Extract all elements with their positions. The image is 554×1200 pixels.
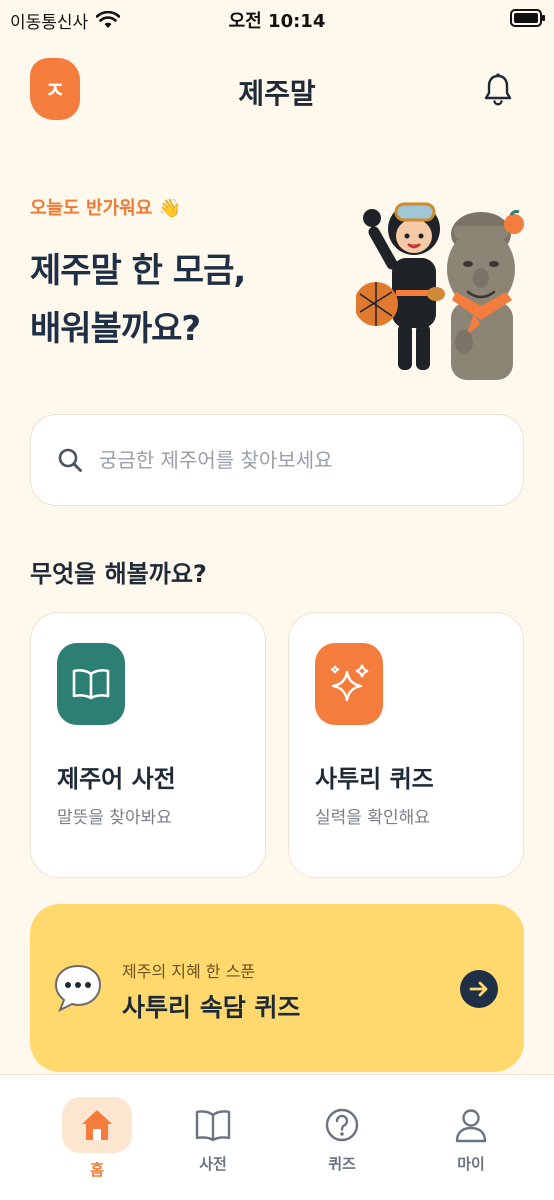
proverb-quiz-banner[interactable]: 제주의 지혜 한 스푼 사투리 속담 퀴즈 — [30, 904, 524, 1072]
tab-dictionary[interactable]: 사전 — [144, 1075, 282, 1200]
arrow-right-icon — [469, 981, 488, 997]
app-logo[interactable]: ㅈ — [30, 58, 80, 120]
tab-my[interactable]: 마이 — [402, 1075, 540, 1200]
greeting-text: 오늘도 반가워요 👋 — [30, 198, 181, 219]
banner-subtitle: 제주의 지혜 한 스푼 — [122, 962, 256, 981]
quiz-card[interactable]: 사투리 퀴즈 실력을 확인해요 — [288, 612, 524, 878]
sparkle-icon — [330, 664, 369, 702]
tab-quiz-label: 퀴즈 — [328, 1155, 356, 1173]
chat-bubble-icon — [54, 964, 102, 1013]
book-icon — [72, 669, 110, 700]
hero-title-line2: 배워볼까요? — [30, 309, 201, 349]
search-input[interactable] — [99, 448, 479, 472]
hero-section: 오늘도 반가워요 👋 제주말 한 모금, 배워볼까요? — [0, 180, 554, 390]
hero-title-line1: 제주말 한 모금, — [30, 251, 246, 291]
dictionary-card-title: 제주어 사전 — [57, 765, 176, 793]
section-title: 무엇을 해볼까요? — [30, 560, 207, 588]
user-icon — [455, 1109, 487, 1143]
hero-title: 제주말 한 모금, 배워볼까요? — [30, 242, 246, 358]
banner-title: 사투리 속담 퀴즈 — [122, 993, 301, 1022]
battery-icon — [510, 9, 545, 27]
quiz-card-title: 사투리 퀴즈 — [315, 765, 434, 793]
banner-arrow-button[interactable] — [460, 970, 498, 1008]
dictionary-card[interactable]: 제주어 사전 말뜻을 찾아봐요 — [30, 612, 266, 878]
search-icon — [58, 448, 82, 472]
dictionary-card-icon-bg — [57, 643, 125, 725]
tab-dictionary-label: 사전 — [199, 1155, 227, 1173]
book-icon — [195, 1110, 231, 1142]
home-icon — [82, 1110, 112, 1140]
bottom-tab-bar: 홈 사전 퀴즈 마이 — [0, 1074, 554, 1200]
tab-home[interactable]: 홈 — [14, 1075, 152, 1200]
question-icon — [325, 1108, 359, 1142]
dictionary-card-subtitle: 말뜻을 찾아봐요 — [57, 808, 172, 828]
tab-my-label: 마이 — [457, 1155, 485, 1173]
search-box[interactable] — [30, 414, 524, 506]
app-header: ㅈ 제주말 — [0, 56, 554, 124]
page-title: 제주말 — [238, 77, 316, 110]
status-left: 이동통신사 — [10, 8, 121, 33]
quiz-card-icon-bg — [315, 643, 383, 725]
quiz-card-subtitle: 실력을 확인해요 — [315, 808, 430, 828]
bell-icon[interactable] — [482, 72, 514, 108]
wifi-icon — [96, 11, 121, 28]
carrier-label: 이동통신사 — [10, 12, 89, 33]
status-bar: 이동통신사 오전 10:14 — [0, 0, 554, 40]
tab-quiz[interactable]: 퀴즈 — [273, 1075, 411, 1200]
haenyeo-dolhareubang-illustration — [356, 202, 524, 380]
